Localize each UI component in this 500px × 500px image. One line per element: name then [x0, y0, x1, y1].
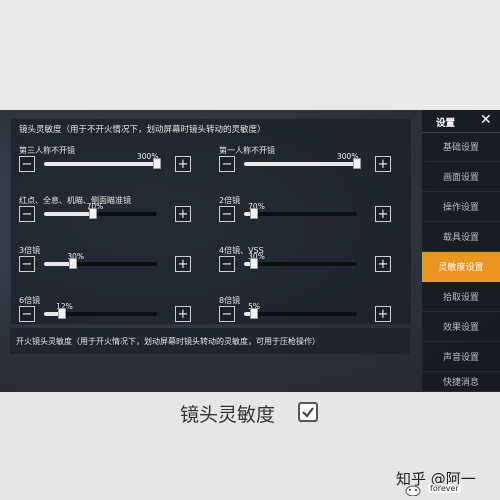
slider-track[interactable]: 12% [44, 302, 157, 319]
top-background [0, 0, 500, 110]
slider-track[interactable]: 30% [244, 252, 357, 269]
slider-fill [44, 162, 157, 166]
slider-label: 红点、全息、机瞄、侧面瞄准镜 [19, 196, 131, 205]
slider-knob[interactable] [58, 308, 67, 319]
camera-sensitivity-panel: 镜头灵敏度（用于不开火情况下，划动屏幕时镜头转动的灵敏度） 第三人称不开镜 − … [10, 118, 412, 325]
minus-button[interactable]: − [219, 306, 235, 322]
plus-button[interactable]: + [175, 156, 191, 172]
caption-area: 镜头灵敏度 知乎 @阿一 forever [0, 392, 500, 500]
slider-label: 第三人称不开镜 [19, 146, 75, 155]
sidebar-item-quick-messages[interactable]: 快捷消息 [422, 372, 500, 392]
sidebar-item-effects[interactable]: 效果设置 [422, 312, 500, 342]
slider-label: 第一人称不开镜 [219, 146, 275, 155]
slider-track[interactable]: 30% [44, 252, 157, 269]
slider-2x-scope: 2倍镜 − 70% + [219, 195, 399, 235]
plus-button[interactable]: + [375, 256, 391, 272]
plus-button[interactable]: + [375, 156, 391, 172]
caption-text: 镜头灵敏度 [180, 404, 276, 426]
sidebar-item-vehicle[interactable]: 载具设置 [422, 222, 500, 252]
sidebar-header: 设置 ✕ [422, 110, 500, 133]
sidebar-item-sensitivity[interactable]: 灵敏度设置 [422, 252, 500, 282]
sidebar-item-pickup[interactable]: 拾取设置 [422, 282, 500, 312]
slider-label: 2倍镜 [219, 196, 241, 205]
minus-button[interactable]: − [19, 256, 35, 272]
plus-button[interactable]: + [375, 306, 391, 322]
game-settings-screen: 镜头灵敏度（用于不开火情况下，划动屏幕时镜头转动的灵敏度） 第三人称不开镜 − … [0, 110, 500, 392]
firing-sensitivity-panel: 开火镜头灵敏度（用于开火情况下，划动屏幕时镜头转动的灵敏度，可用于压枪操作） [10, 328, 410, 354]
slider-knob[interactable] [250, 308, 259, 319]
minus-button[interactable]: − [19, 206, 35, 222]
slider-4x-scope: 4倍镜、VSS − 30% + [219, 245, 399, 285]
plus-button[interactable]: + [175, 256, 191, 272]
slider-red-dot: 红点、全息、机瞄、侧面瞄准镜 − 70% + [19, 195, 199, 235]
slider-knob[interactable] [69, 258, 78, 269]
minus-button[interactable]: − [219, 206, 235, 222]
minus-button[interactable]: − [219, 156, 235, 172]
slider-track[interactable]: 5% [244, 302, 357, 319]
slider-track[interactable]: 300% [44, 152, 161, 169]
slider-knob[interactable] [250, 258, 259, 269]
slider-fpp-no-scope: 第一人称不开镜 − 300% + [219, 145, 399, 185]
sidebar-title: 设置 [436, 118, 456, 129]
slider-tpp-no-scope: 第三人称不开镜 − 300% + [19, 145, 199, 185]
sidebar-item-controls[interactable]: 操作设置 [422, 192, 500, 222]
check-icon [298, 402, 318, 422]
slider-label: 8倍镜 [219, 296, 241, 305]
slider-label: 3倍镜 [19, 246, 41, 255]
minus-button[interactable]: − [19, 156, 35, 172]
slider-track[interactable]: 300% [244, 152, 361, 169]
plus-button[interactable]: + [375, 206, 391, 222]
plus-button[interactable]: + [175, 206, 191, 222]
watermark-sub: forever [428, 484, 461, 493]
minus-button[interactable]: − [219, 256, 235, 272]
slider-knob[interactable] [153, 158, 161, 169]
sidebar-item-graphics[interactable]: 画面设置 [422, 162, 500, 192]
minus-button[interactable]: − [19, 306, 35, 322]
settings-sidebar: 设置 ✕ 基础设置 画面设置 操作设置 载具设置 灵敏度设置 拾取设置 效果设置… [422, 110, 500, 392]
slider-knob[interactable] [88, 208, 97, 219]
sidebar-item-basic[interactable]: 基础设置 [422, 132, 500, 162]
plus-button[interactable]: + [175, 306, 191, 322]
close-icon[interactable]: ✕ [480, 112, 492, 128]
slider-fill [44, 212, 93, 216]
section-title: 镜头灵敏度（用于不开火情况下，划动屏幕时镜头转动的灵敏度） [19, 125, 266, 135]
slider-knob[interactable] [353, 158, 361, 169]
slider-3x-scope: 3倍镜 − 30% + [19, 245, 199, 285]
slider-label: 6倍镜 [19, 296, 41, 305]
slider-track[interactable]: 70% [244, 202, 357, 219]
slider-track[interactable]: 70% [44, 202, 157, 219]
sidebar-item-audio[interactable]: 声音设置 [422, 342, 500, 372]
slider-knob[interactable] [250, 208, 259, 219]
slider-fill [244, 162, 357, 166]
firing-section-title: 开火镜头灵敏度（用于开火情况下，划动屏幕时镜头转动的灵敏度，可用于压枪操作） [16, 337, 320, 346]
